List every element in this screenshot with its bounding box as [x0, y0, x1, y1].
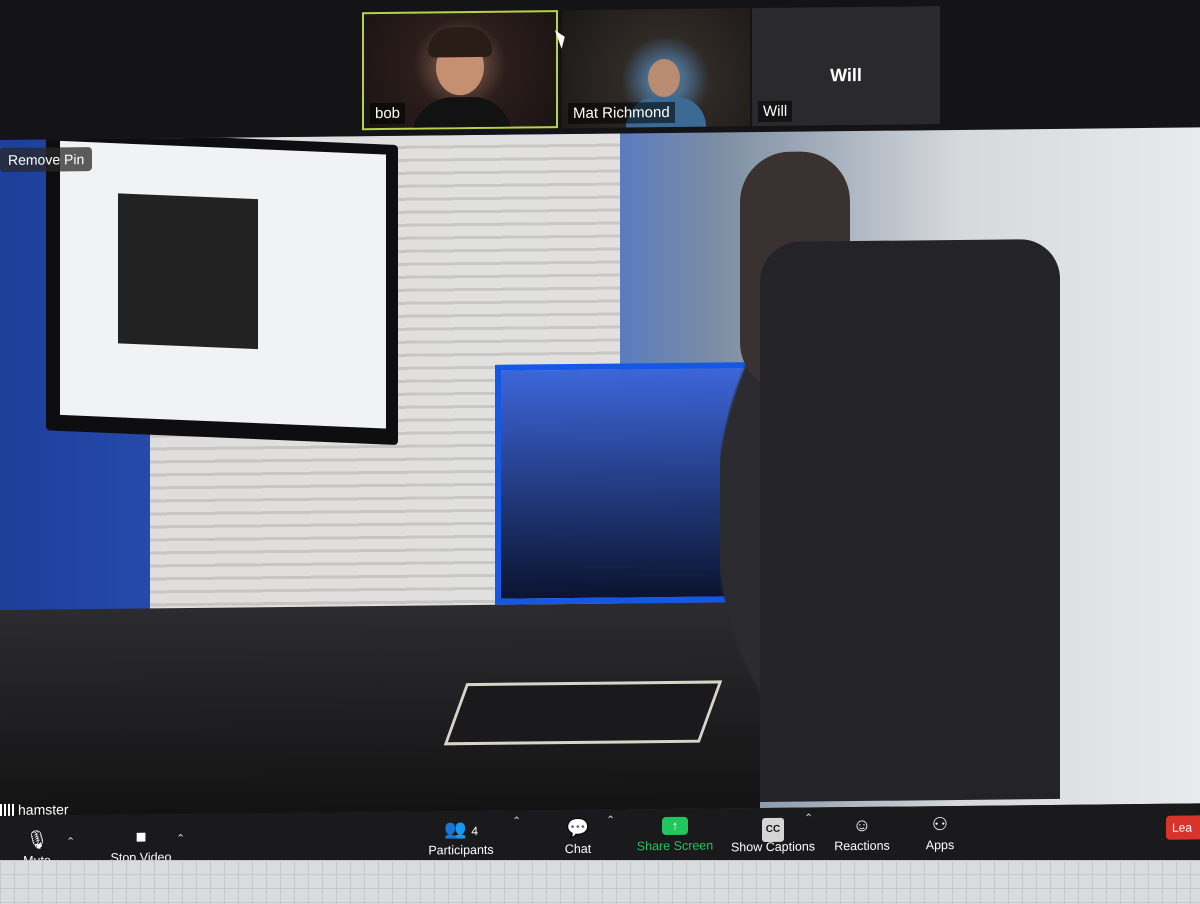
participant-name: Mat Richmond: [568, 101, 675, 125]
participant-tile-bob[interactable]: bob: [362, 10, 558, 131]
show-captions-label: Show Captions: [730, 839, 816, 855]
signal-bars-icon: [0, 803, 14, 816]
participant-tile-will[interactable]: Will Will: [752, 6, 940, 127]
apps-button[interactable]: ⚇ Apps: [920, 814, 960, 852]
audio-options-caret-icon[interactable]: ⌃: [66, 835, 75, 848]
zoom-window: bob Mat Richmond Will Will Remove Pin ha…: [0, 0, 1200, 889]
chat-bubble-icon: 💬: [566, 817, 590, 839]
participant-body: [412, 96, 512, 131]
keyboard: [443, 680, 723, 746]
remove-pin-button[interactable]: Remove Pin: [0, 147, 93, 172]
participant-tile-mat-richmond[interactable]: Mat Richmond: [562, 8, 750, 129]
captions-caret-icon[interactable]: ⌃: [804, 811, 813, 824]
monitor-screen: [60, 140, 386, 429]
apps-icon: ⚇: [931, 814, 949, 835]
participant-center-name: Will: [830, 64, 862, 86]
share-screen-button[interactable]: ↑ Share Screen: [636, 816, 714, 854]
speaker-person: [720, 148, 1080, 813]
participants-count: 4: [471, 823, 479, 839]
smiley-plus-icon: ☺: [852, 814, 872, 836]
chat-button[interactable]: 💬 Chat: [558, 818, 598, 856]
cc-badge: CC: [761, 817, 785, 843]
monitor-image: [118, 193, 258, 350]
video-camera-icon: ■: [135, 826, 147, 847]
participant-strip: bob Mat Richmond Will Will: [0, 0, 1200, 141]
chat-label: Chat: [564, 841, 592, 857]
pinned-video[interactable]: [0, 127, 1200, 816]
participants-icon: 👥 4: [443, 819, 479, 840]
video-options-caret-icon[interactable]: ⌃: [176, 832, 185, 845]
participant-face: [648, 58, 680, 98]
chat-caret-icon[interactable]: ⌃: [606, 814, 615, 827]
reactions-label: Reactions: [834, 838, 890, 854]
participants-label: Participants: [428, 842, 494, 858]
speaker-label: hamster: [0, 801, 69, 820]
share-screen-icon: ↑: [662, 816, 688, 836]
speaker-shirt: [760, 238, 1060, 803]
background-monitor: [46, 130, 398, 446]
cutting-mat-surface: [0, 860, 1200, 904]
apps-label: Apps: [925, 838, 955, 853]
speaker-name: hamster: [18, 801, 69, 818]
reactions-button[interactable]: ☺ Reactions: [832, 815, 892, 854]
participant-name: Will: [758, 100, 793, 123]
participant-name: bob: [370, 102, 406, 125]
participant-hair: [428, 26, 492, 58]
microphone-icon: 🎙: [25, 829, 49, 850]
leave-button[interactable]: Lea: [1166, 815, 1200, 840]
participants-caret-icon[interactable]: ⌃: [512, 815, 521, 828]
participants-button[interactable]: 👥 4 Participants: [424, 819, 498, 858]
share-screen-label: Share Screen: [636, 838, 714, 854]
